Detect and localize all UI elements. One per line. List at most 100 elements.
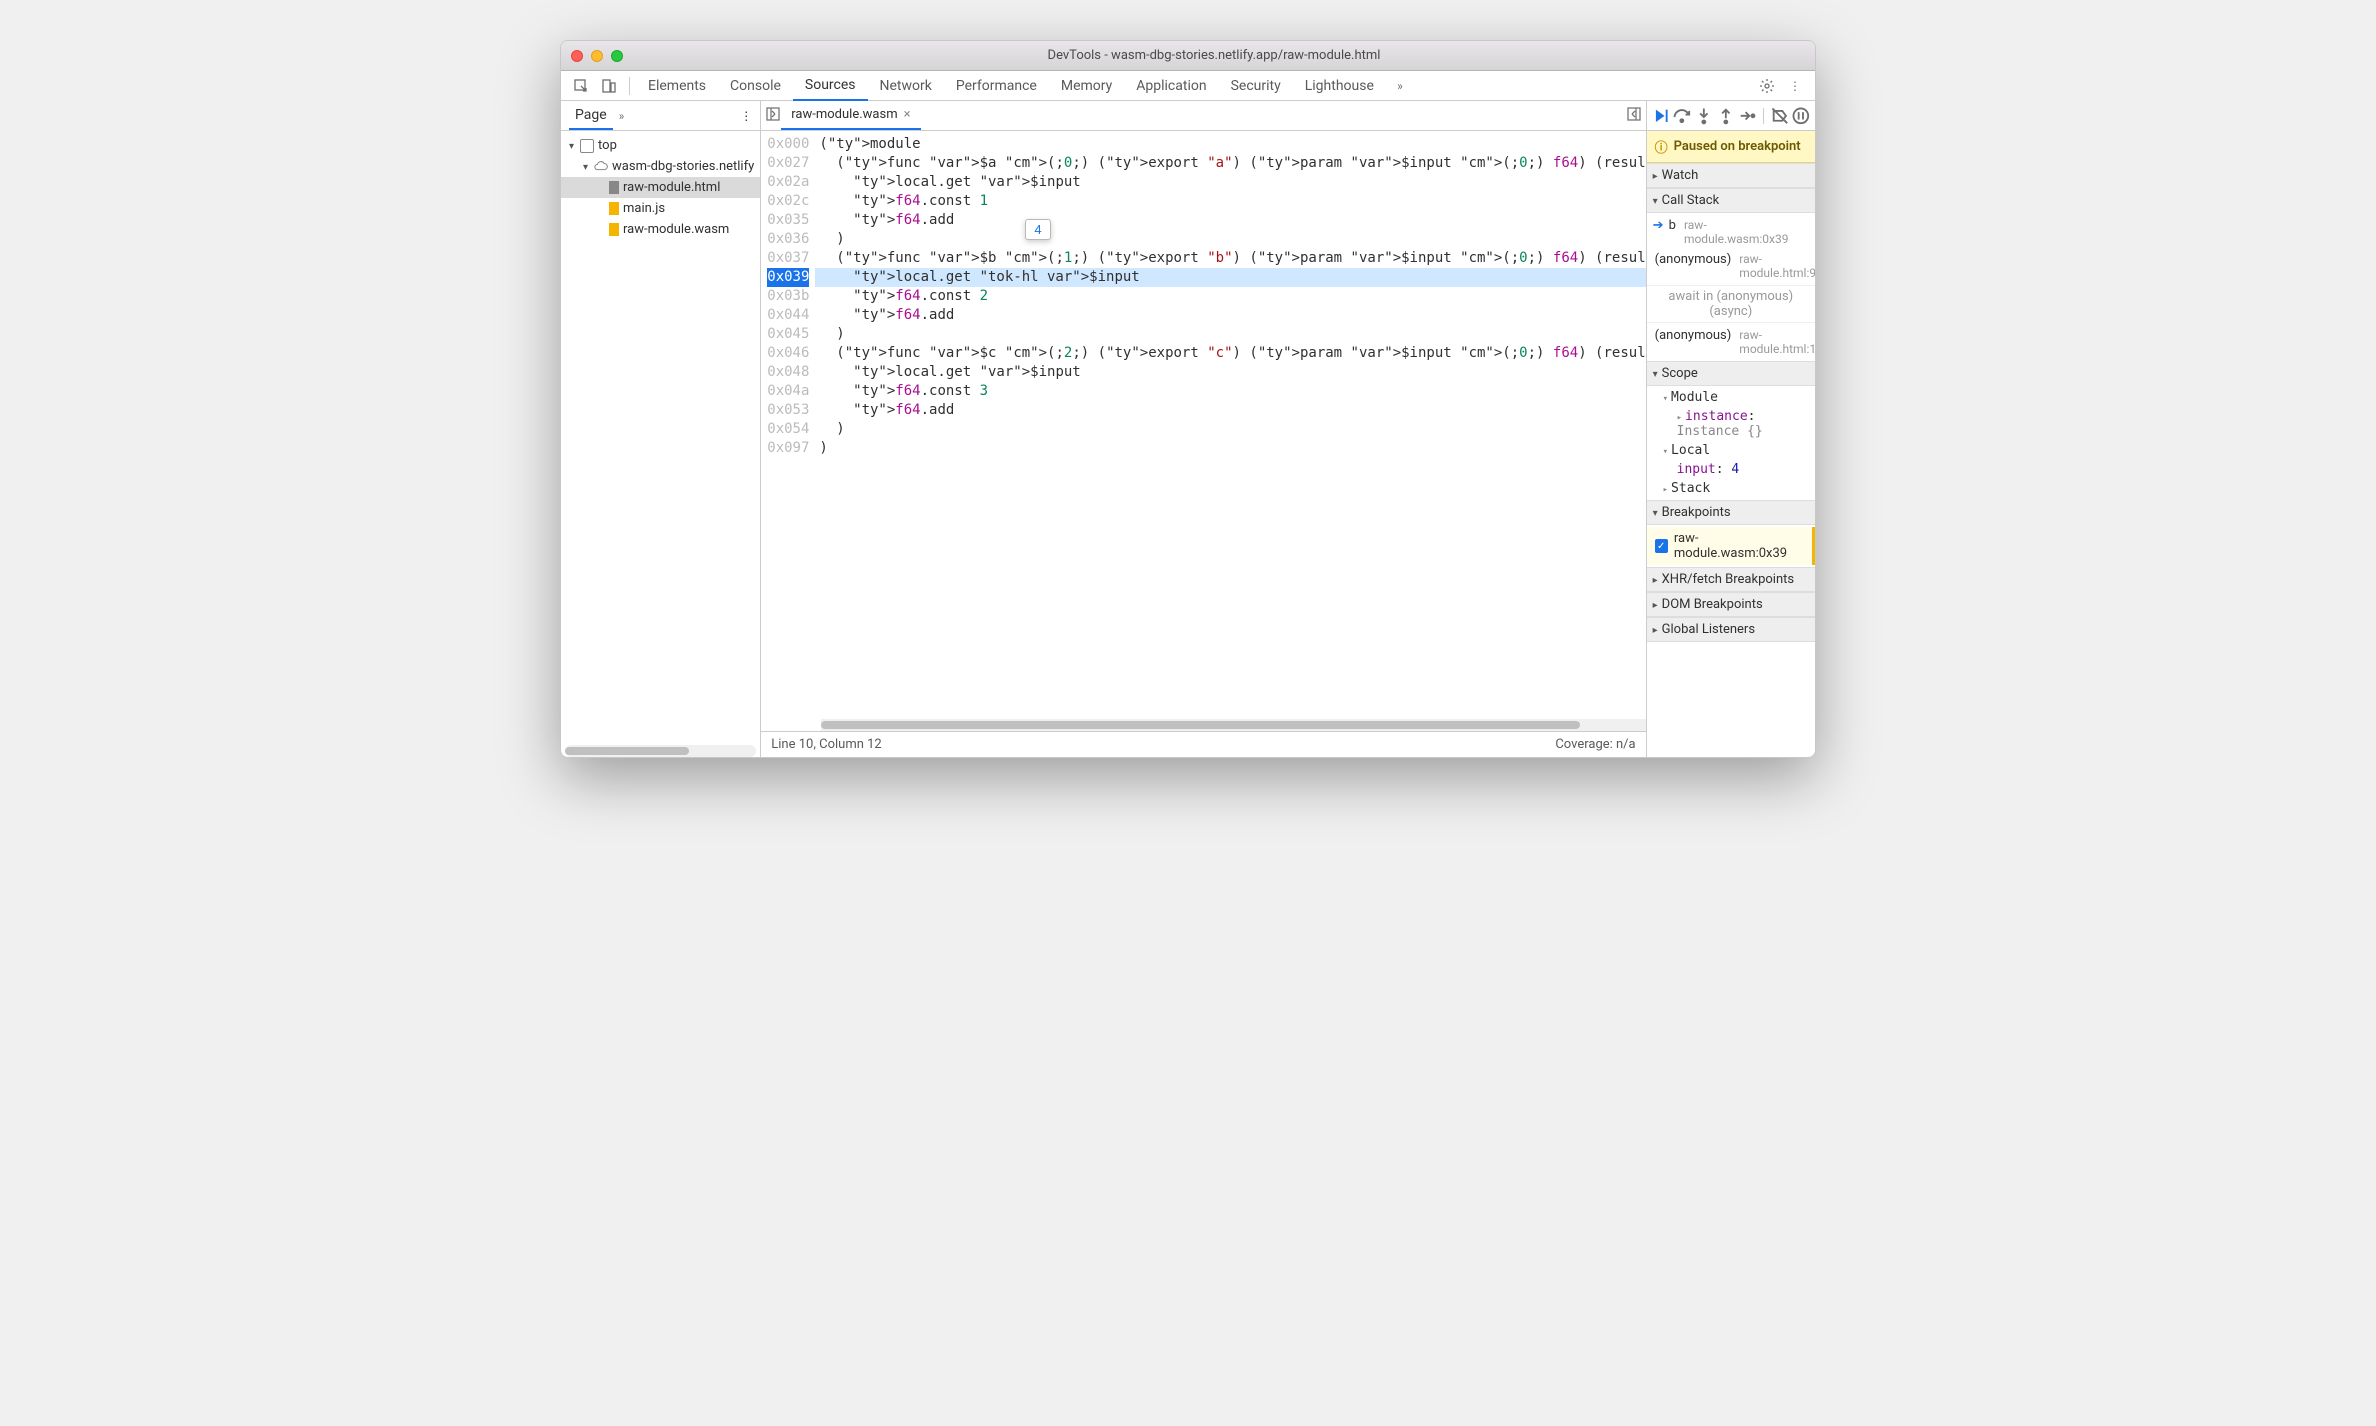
file-tree[interactable]: top wasm-dbg-stories.netlify raw-module.… [561, 131, 760, 745]
gutter-offset[interactable]: 0x048 [767, 363, 809, 382]
stack-frame[interactable]: (anonymous)raw-module.html:10 [1647, 325, 1815, 359]
code-line[interactable]: ("ty">func "var">$c "cm">(;2;) ("ty">exp… [815, 344, 1645, 363]
scope-prop[interactable]: instance: Instance {} [1647, 407, 1815, 441]
gutter-offset[interactable]: 0x046 [767, 344, 809, 363]
tab-console[interactable]: Console [718, 71, 793, 101]
code-line[interactable]: "ty">local.get "tok-hl var">$input [815, 268, 1645, 287]
scope-prop[interactable]: input: 4 [1647, 460, 1815, 479]
tab-memory[interactable]: Memory [1049, 71, 1124, 101]
code-line[interactable]: "ty">local.get "var">$input [815, 363, 1645, 382]
kebab-icon[interactable]: ⋮ [1783, 74, 1807, 98]
callstack-body: braw-module.wasm:0x39 (anonymous)raw-mod… [1647, 213, 1815, 361]
scrollbar[interactable] [821, 719, 1645, 731]
pane-dom[interactable]: DOM Breakpoints [1647, 592, 1815, 617]
gutter-offset[interactable]: 0x035 [767, 211, 809, 230]
gutter-offset[interactable]: 0x053 [767, 401, 809, 420]
resume-icon[interactable] [1651, 104, 1671, 128]
step-out-icon[interactable] [1716, 104, 1736, 128]
pane-scope[interactable]: Scope [1647, 361, 1815, 386]
gutter-offset[interactable]: 0x037 [767, 249, 809, 268]
step-icon[interactable] [1737, 104, 1757, 128]
tab-application[interactable]: Application [1124, 71, 1218, 101]
overflow-icon[interactable]: » [619, 109, 625, 123]
gutter-offset[interactable]: 0x097 [767, 439, 809, 458]
code-line[interactable]: "ty">local.get "var">$input [815, 173, 1645, 192]
pane-callstack[interactable]: Call Stack [1647, 188, 1815, 213]
code-line[interactable]: ) [815, 230, 1645, 249]
zoom-icon[interactable] [611, 50, 623, 62]
checkbox-icon[interactable]: ✓ [1655, 539, 1668, 553]
minimize-icon[interactable] [591, 50, 603, 62]
code-line[interactable]: ("ty">func "var">$b "cm">(;1;) ("ty">exp… [815, 249, 1645, 268]
code-line[interactable]: "ty">f64.const 2 [815, 287, 1645, 306]
gutter-offset[interactable]: 0x000 [767, 135, 809, 154]
pause-exceptions-icon[interactable] [1791, 104, 1811, 128]
gutter-offset[interactable]: 0x02a [767, 173, 809, 192]
gutter-offset[interactable]: 0x045 [767, 325, 809, 344]
tree-file-wasm[interactable]: raw-module.wasm [561, 219, 760, 240]
pane-xhr[interactable]: XHR/fetch Breakpoints [1647, 567, 1815, 592]
step-over-icon[interactable] [1672, 104, 1692, 128]
code-line[interactable]: ) [815, 420, 1645, 439]
code-line[interactable]: "ty">f64.const 1 [815, 192, 1645, 211]
tab-sources[interactable]: Sources [793, 71, 868, 101]
tree-file-html[interactable]: raw-module.html [561, 177, 760, 198]
stack-frame[interactable]: (anonymous)raw-module.html:9 [1647, 249, 1815, 283]
close-icon[interactable] [571, 50, 583, 62]
gutter-offset[interactable]: 0x03b [767, 287, 809, 306]
tab-performance[interactable]: Performance [944, 71, 1049, 101]
overflow-icon[interactable]: » [1388, 74, 1412, 98]
tab-elements[interactable]: Elements [636, 71, 718, 101]
editor: raw-module.wasm× 0x0000x0270x02a0x02c0x0… [761, 101, 1646, 757]
code-line[interactable]: ("ty">func "var">$a "cm">(;0;) ("ty">exp… [815, 154, 1645, 173]
editor-tab[interactable]: raw-module.wasm× [781, 101, 920, 130]
code-line[interactable]: "ty">f64.const 3 [815, 382, 1645, 401]
tab-security[interactable]: Security [1219, 71, 1293, 101]
pane-global[interactable]: Global Listeners [1647, 617, 1815, 642]
code-area[interactable]: 4 ("ty">module ("ty">func "var">$a "cm">… [815, 131, 1645, 719]
gutter-offset[interactable]: 0x054 [767, 420, 809, 439]
toggle-debugger-icon[interactable] [1626, 106, 1642, 125]
editor-body[interactable]: 0x0000x0270x02a0x02c0x0350x0360x0370x039… [761, 131, 1645, 719]
code-line[interactable]: ("ty">module [815, 135, 1645, 154]
gutter-offset[interactable]: 0x04a [767, 382, 809, 401]
gutter[interactable]: 0x0000x0270x02a0x02c0x0350x0360x0370x039… [761, 131, 815, 719]
toggle-navigator-icon[interactable] [765, 106, 781, 125]
tree-domain[interactable]: wasm-dbg-stories.netlify [561, 156, 760, 177]
code-line[interactable]: ) [815, 439, 1645, 458]
gutter-offset[interactable]: 0x036 [767, 230, 809, 249]
step-into-icon[interactable] [1694, 104, 1714, 128]
inspect-icon[interactable] [569, 74, 593, 98]
settings-icon[interactable] [1755, 74, 1779, 98]
pane-breakpoints[interactable]: Breakpoints [1647, 500, 1815, 525]
scope-module[interactable]: Module [1647, 388, 1815, 407]
gutter-offset[interactable]: 0x039 [767, 268, 809, 287]
code-line[interactable]: "ty">f64.add [815, 401, 1645, 420]
scrollbar[interactable] [565, 745, 756, 757]
tab-lighthouse[interactable]: Lighthouse [1293, 71, 1386, 101]
pane-watch[interactable]: Watch [1647, 163, 1815, 188]
gutter-offset[interactable]: 0x02c [767, 192, 809, 211]
pane-title: Global Listeners [1662, 622, 1755, 637]
pane-title: XHR/fetch Breakpoints [1662, 572, 1794, 587]
editor-header: raw-module.wasm× [761, 101, 1645, 131]
scope-local[interactable]: Local [1647, 441, 1815, 460]
close-icon[interactable]: × [904, 107, 911, 122]
gutter-offset[interactable]: 0x027 [767, 154, 809, 173]
kebab-icon[interactable]: ⋮ [740, 109, 752, 123]
breakpoint-item[interactable]: ✓raw-module.wasm:0x39 [1647, 527, 1815, 565]
device-icon[interactable] [597, 74, 621, 98]
tree-file-js[interactable]: main.js [561, 198, 760, 219]
code-line[interactable]: "ty">f64.add [815, 211, 1645, 230]
stack-frame[interactable]: braw-module.wasm:0x39 [1647, 215, 1815, 249]
navigator-tab-page[interactable]: Page [569, 101, 613, 130]
gutter-offset[interactable]: 0x044 [767, 306, 809, 325]
chevron-down-icon [1653, 505, 1658, 520]
chevron-right-icon [1677, 409, 1685, 424]
code-line[interactable]: ) [815, 325, 1645, 344]
scope-stack[interactable]: Stack [1647, 479, 1815, 498]
tab-network[interactable]: Network [868, 71, 944, 101]
code-line[interactable]: "ty">f64.add [815, 306, 1645, 325]
deactivate-breakpoints-icon[interactable] [1770, 104, 1790, 128]
tree-top[interactable]: top [561, 135, 760, 156]
